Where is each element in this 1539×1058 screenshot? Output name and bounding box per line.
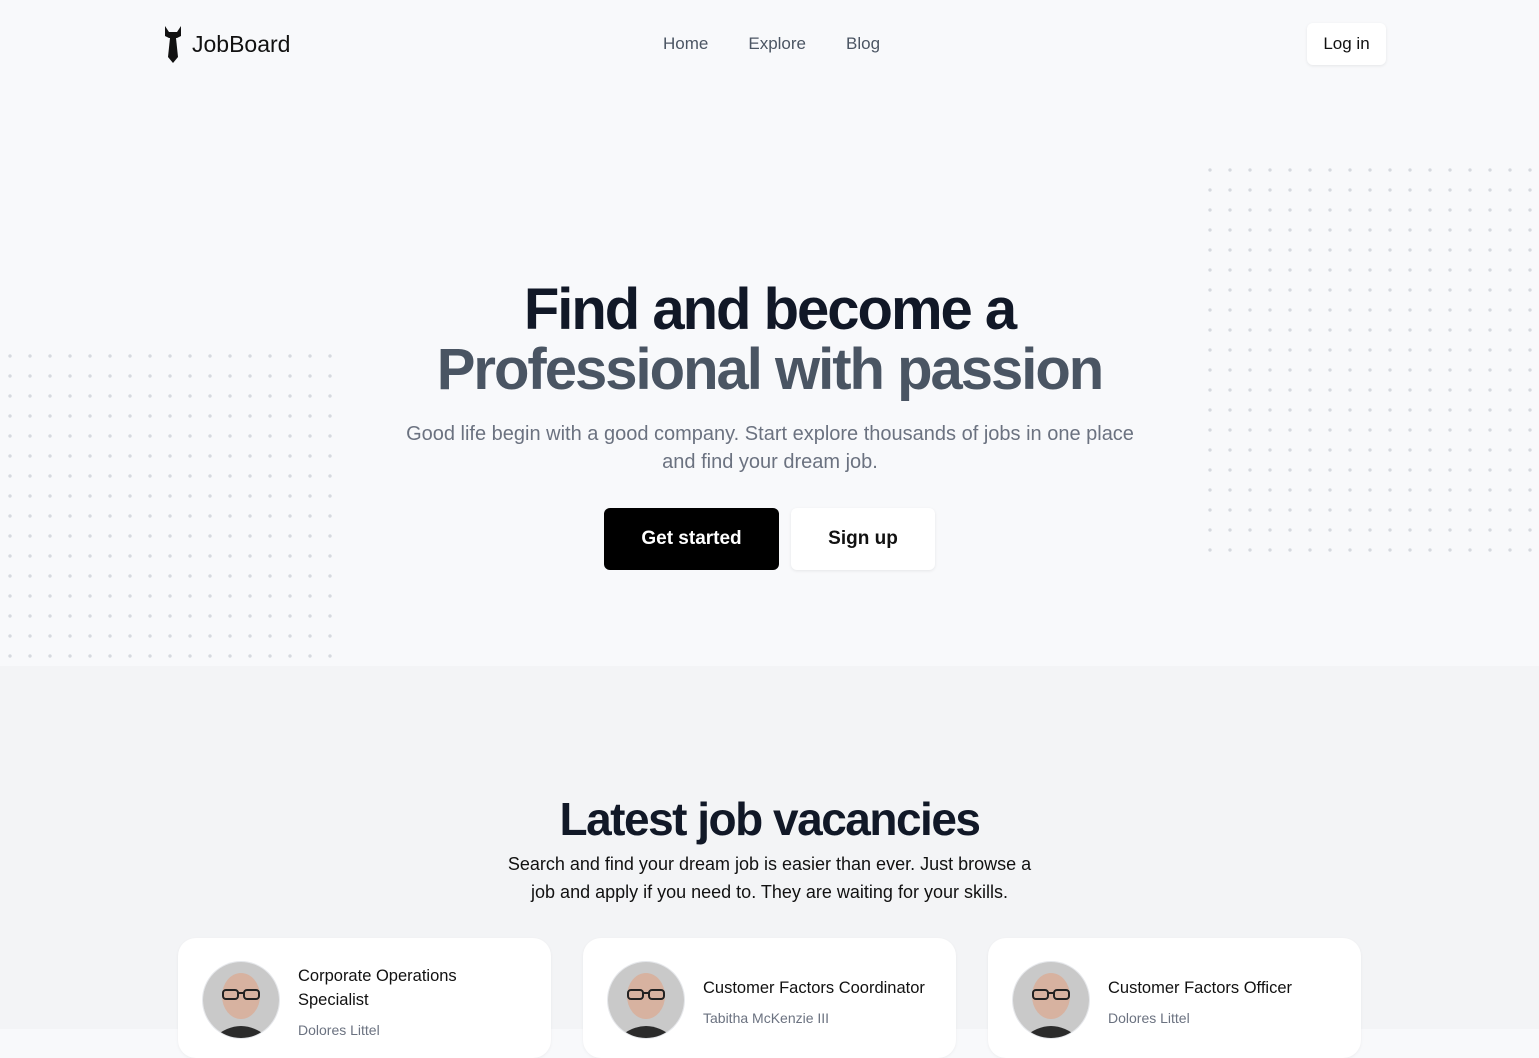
hero-title: Find and become a Professional with pass… xyxy=(0,280,1539,400)
tie-icon xyxy=(165,26,181,63)
main-nav: Home Explore Blog xyxy=(663,34,920,54)
hero-subtitle: Good life begin with a good company. Sta… xyxy=(406,423,1134,473)
person-avatar-icon xyxy=(1013,962,1089,1038)
job-card[interactable]: Corporate Operations Specialist Dolores … xyxy=(178,938,551,1058)
jobs-title: Latest job vacancies xyxy=(559,793,981,845)
sign-up-button[interactable]: Sign up xyxy=(791,508,935,570)
person-avatar-icon xyxy=(608,962,684,1038)
job-company: Dolores Littel xyxy=(1108,1010,1190,1026)
latest-jobs-section: Latest job vacancies Search and find you… xyxy=(0,666,1539,1058)
login-button[interactable]: Log in xyxy=(1307,23,1386,65)
job-card[interactable]: Customer Factors Officer Dolores Littel xyxy=(988,938,1361,1058)
job-card[interactable]: Customer Factors Coordinator Tabitha McK… xyxy=(583,938,956,1058)
site-header: JobBoard Home Explore Blog Log in xyxy=(0,0,1539,88)
nav-home[interactable]: Home xyxy=(663,34,708,54)
job-title: Customer Factors Coordinator xyxy=(703,979,925,997)
jobs-subtitle: Search and find your dream job is easier… xyxy=(507,854,1032,902)
job-company: Dolores Littel xyxy=(298,1022,380,1038)
logo-text: JobBoard xyxy=(192,30,291,57)
job-title: Corporate Operations Specialist xyxy=(298,967,457,1009)
person-avatar-icon xyxy=(203,962,279,1038)
job-company: Tabitha McKenzie III xyxy=(703,1010,830,1026)
logo-link[interactable]: JobBoard xyxy=(162,24,290,64)
nav-blog[interactable]: Blog xyxy=(846,34,880,54)
hero-title-line2: Professional with passion xyxy=(436,337,1104,402)
nav-explore[interactable]: Explore xyxy=(748,34,806,54)
job-title: Customer Factors Officer xyxy=(1108,979,1292,997)
get-started-button[interactable]: Get started xyxy=(604,508,779,570)
hero-title-line1: Find and become a xyxy=(523,277,1017,342)
